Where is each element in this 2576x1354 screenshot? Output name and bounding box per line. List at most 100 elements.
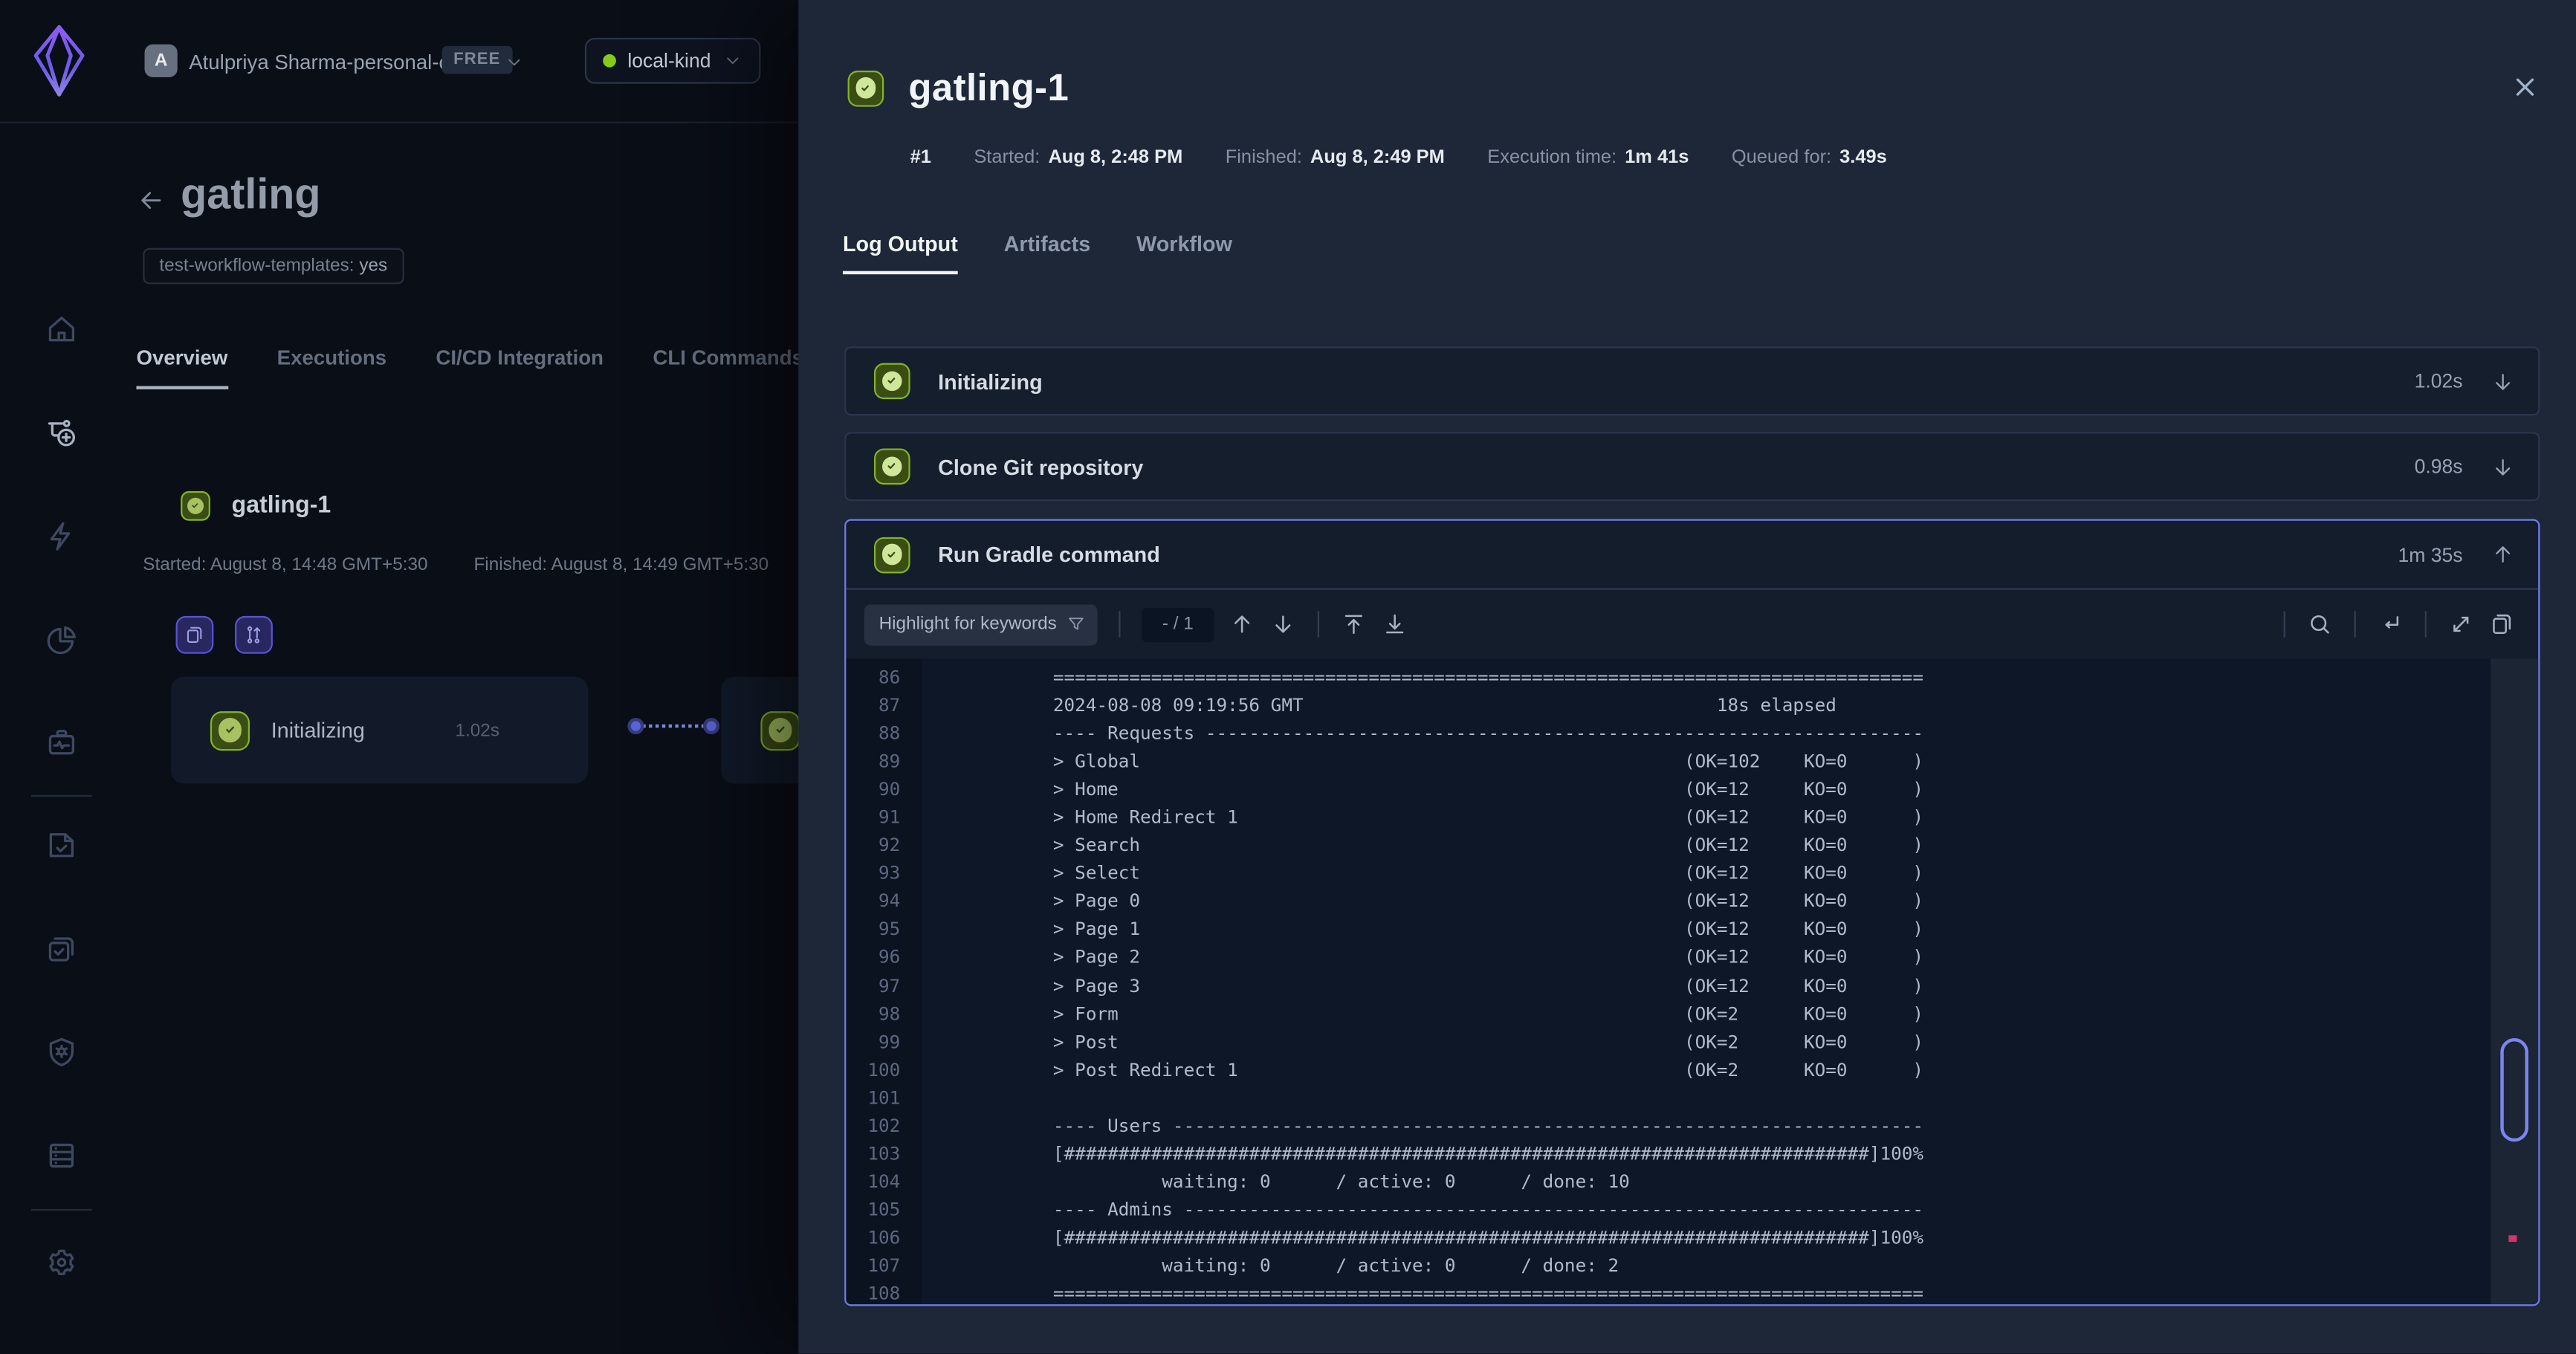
lightning-icon[interactable] xyxy=(45,519,79,554)
settings-gear-icon[interactable] xyxy=(45,1246,79,1280)
highlight-keywords-input[interactable] xyxy=(864,603,1098,644)
nav-divider xyxy=(31,1209,92,1211)
log-scrollbar-track[interactable] xyxy=(2491,658,2538,1304)
workflow-tag: test-workflow-templates: yes xyxy=(143,248,404,285)
scroll-to-top-icon[interactable] xyxy=(1341,611,1367,637)
run-finished: Finished: August 8, 14:49 GMT+5:30 xyxy=(473,555,768,575)
tab-cli-commands[interactable]: CLI Commands xyxy=(653,346,803,389)
cluster-chevron-down-icon xyxy=(722,51,742,71)
tab-artifacts[interactable]: Artifacts xyxy=(1004,232,1091,274)
node-duration: 1.02s xyxy=(456,720,500,740)
log-line: 89> Global (OK=102 KO=0 ) xyxy=(846,748,2538,776)
log-scrollbar-thumb[interactable] xyxy=(2500,1038,2528,1141)
step-name: Clone Git repository xyxy=(938,454,2386,479)
toolbar-divider xyxy=(2284,611,2285,637)
org-avatar[interactable]: A xyxy=(145,45,178,77)
panel-header: gatling-1 xyxy=(848,65,1069,110)
cluster-status-dot xyxy=(603,54,616,68)
pie-chart-icon[interactable] xyxy=(45,623,79,657)
log-line: 107 waiting: 0 / active: 0 / done: 2 xyxy=(846,1251,2538,1280)
step-row-clone-git-repository[interactable]: Clone Git repository 0.98s xyxy=(844,432,2540,501)
log-line: 106[####################################… xyxy=(846,1224,2538,1252)
tab-log-output[interactable]: Log Output xyxy=(843,232,958,274)
copy-logs-icon[interactable] xyxy=(2489,611,2515,637)
git-pull-request-icon xyxy=(243,624,265,646)
log-line: 872024-08-08 09:19:56 GMT 18s elapsed xyxy=(846,692,2538,720)
run-name: gatling-1 xyxy=(232,493,331,519)
log-line: 104 waiting: 0 / active: 0 / done: 10 xyxy=(846,1167,2538,1196)
step-row-run-gradle-command-expanded: Run Gradle command 1m 35s - / 1 xyxy=(844,519,2540,1306)
cluster-selector[interactable]: local-kind xyxy=(585,38,760,84)
step-header[interactable]: Run Gradle command 1m 35s xyxy=(846,521,2538,590)
org-name[interactable]: Atulpriya Sharma-personal-org xyxy=(189,51,468,74)
rerun-pipeline-button[interactable] xyxy=(235,616,273,654)
success-check-icon xyxy=(874,363,910,400)
success-check-icon xyxy=(210,710,250,750)
run-number: #1 xyxy=(910,148,931,168)
success-check-icon xyxy=(760,710,800,750)
tab-overview[interactable]: Overview xyxy=(136,346,227,389)
step-row-initializing[interactable]: Initializing 1.02s xyxy=(844,346,2540,415)
brand-logo-icon[interactable] xyxy=(28,22,91,100)
tab-executions[interactable]: Executions xyxy=(277,346,386,389)
infrastructure-server-icon[interactable] xyxy=(45,1138,79,1173)
log-line: 94> Page 0 (OK=12 KO=0 ) xyxy=(846,887,2538,916)
tab-cicd-integration[interactable]: CI/CD Integration xyxy=(436,346,603,389)
run-started: Started: August 8, 14:48 GMT+5:30 xyxy=(143,555,427,575)
step-duration: 0.98s xyxy=(2415,455,2463,478)
log-line: 96> Page 2 (OK=12 KO=0 ) xyxy=(846,944,2538,972)
log-line: 103[####################################… xyxy=(846,1140,2538,1168)
security-shield-icon[interactable] xyxy=(45,1035,79,1069)
page-tabs: Overview Executions CI/CD Integration CL… xyxy=(136,346,803,389)
node-connector xyxy=(642,725,705,728)
page-title: gatling xyxy=(181,169,320,221)
expand-down-arrow-icon[interactable] xyxy=(2491,369,2515,393)
collapse-up-arrow-icon[interactable] xyxy=(2491,542,2515,566)
filter-funnel-icon[interactable] xyxy=(1067,614,1087,634)
search-icon[interactable] xyxy=(2306,611,2332,637)
run-card-meta: Started: August 8, 14:48 GMT+5:30 Finish… xyxy=(143,555,768,575)
panel-meta: #1 Started:Aug 8, 2:48 PM Finished:Aug 8… xyxy=(910,148,1887,168)
log-line: 108=====================================… xyxy=(846,1280,2538,1306)
previous-match-arrow-up-icon[interactable] xyxy=(1229,611,1255,637)
success-check-icon xyxy=(874,448,910,485)
app-root: A Atulpriya Sharma-personal-org FREE loc… xyxy=(0,0,2576,1353)
log-line: 98> Form (OK=2 KO=0 ) xyxy=(846,1000,2538,1028)
close-icon[interactable] xyxy=(2511,72,2540,102)
toolbar-divider xyxy=(1318,611,1319,637)
home-icon[interactable] xyxy=(45,312,79,346)
run-card-header[interactable]: gatling-1 xyxy=(181,491,331,521)
panel-tabs: Log Output Artifacts Workflow xyxy=(843,232,1232,274)
log-line: 105---- Admins -------------------------… xyxy=(846,1196,2538,1224)
tab-workflow[interactable]: Workflow xyxy=(1136,232,1232,274)
step-duration: 1.02s xyxy=(2415,369,2463,392)
expand-down-arrow-icon[interactable] xyxy=(2491,454,2515,479)
next-match-arrow-down-icon[interactable] xyxy=(1270,611,1296,637)
workflow-node-initializing[interactable]: Initializing 1.02s xyxy=(171,677,588,784)
copy-run-button[interactable] xyxy=(176,616,214,654)
success-check-icon xyxy=(848,70,884,106)
tag-value: yes xyxy=(359,256,387,276)
meta-finished: Finished:Aug 8, 2:49 PM xyxy=(1226,148,1445,168)
workflow-new-icon[interactable] xyxy=(45,415,79,450)
log-line: 90> Home (OK=12 KO=0 ) xyxy=(846,776,2538,804)
log-line: 93> Select (OK=12 KO=0 ) xyxy=(846,860,2538,888)
log-viewer[interactable]: 86======================================… xyxy=(846,658,2538,1304)
copy-icon xyxy=(184,624,206,646)
log-line: 95> Page 1 (OK=12 KO=0 ) xyxy=(846,916,2538,944)
back-arrow-icon[interactable] xyxy=(136,186,166,216)
log-lines: 86======================================… xyxy=(846,658,2538,1304)
runs-check-icon[interactable] xyxy=(45,828,79,862)
scroll-to-bottom-icon[interactable] xyxy=(1382,611,1408,637)
log-line: 91> Home Redirect 1 (OK=12 KO=0 ) xyxy=(846,803,2538,832)
fullscreen-expand-icon[interactable] xyxy=(2448,611,2474,637)
log-toolbar: - / 1 xyxy=(846,590,2538,659)
toolbar-divider xyxy=(1119,611,1120,637)
log-line: 100> Post Redirect 1 (OK=2 KO=0 ) xyxy=(846,1056,2538,1084)
monitoring-icon[interactable] xyxy=(45,726,79,760)
cluster-name: local-kind xyxy=(627,49,711,72)
meta-queued-for: Queued for:3.49s xyxy=(1732,148,1887,168)
org-chevron-down-icon[interactable] xyxy=(505,53,525,73)
templates-stack-icon[interactable] xyxy=(45,931,79,965)
line-wrap-icon[interactable] xyxy=(2378,611,2404,637)
